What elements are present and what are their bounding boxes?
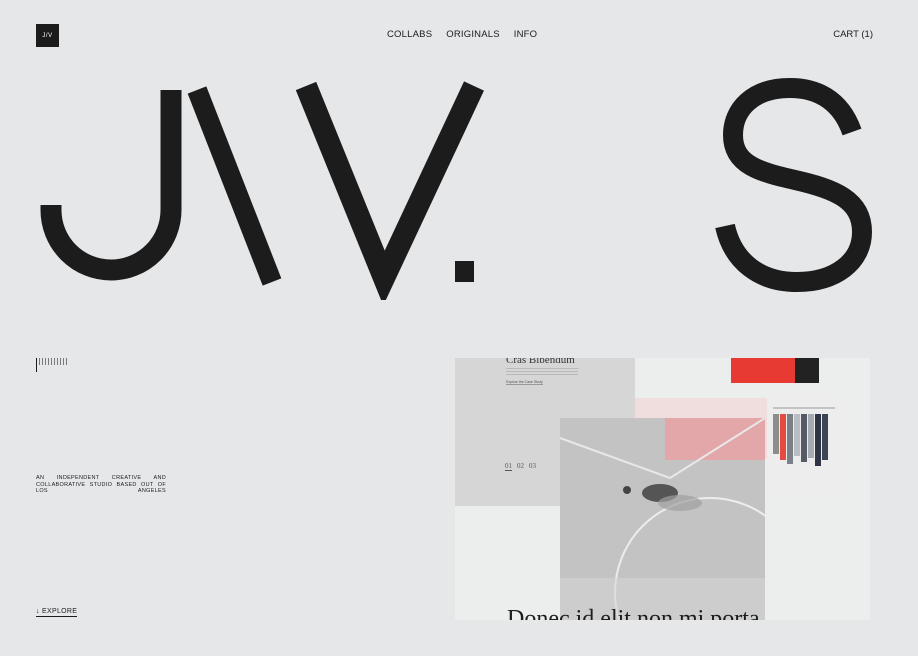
nav-collabs[interactable]: COLLABS [387, 29, 432, 40]
cart-link[interactable]: CART (1) [833, 29, 873, 40]
nav-info[interactable]: INFO [514, 29, 538, 40]
scroll-indicator [36, 358, 67, 372]
page-number-3[interactable]: 03 [529, 462, 536, 471]
collage-caption: Donec id elit non mi porta [507, 606, 760, 620]
hero-wordmark [40, 77, 873, 300]
hero-collage[interactable]: Cras Bibendum Explore the Case Study 01 … [455, 358, 870, 620]
page-number-1[interactable]: 01 [505, 462, 512, 471]
explore-link[interactable]: ↓ EXPLORE [36, 608, 78, 617]
case-study-title: Cras Bibendum [506, 358, 575, 366]
case-study-text-lines [506, 366, 578, 375]
case-study-pagination: 01 02 03 [505, 462, 536, 471]
dark-garment-detail [795, 358, 819, 383]
case-study-link[interactable]: Explore the Case Study [506, 380, 543, 385]
logo[interactable]: J/V [36, 24, 59, 47]
wordmark-glyph-v [295, 81, 484, 300]
studio-tagline: AN INDEPENDENT CREATIVE AND COLLABORATIV… [36, 475, 166, 494]
page-number-2[interactable]: 02 [517, 462, 524, 471]
wordmark-glyph-slash [187, 86, 282, 286]
wordmark-glyph-j [40, 90, 182, 281]
clothing-rack-image [767, 396, 839, 496]
wordmark-glyph-s [715, 77, 873, 293]
main-nav: COLLABS ORIGINALS INFO [387, 29, 537, 40]
nav-originals[interactable]: ORIGINALS [446, 29, 500, 40]
basketball-court-image [560, 418, 765, 620]
wordmark-glyph-period [455, 261, 474, 282]
